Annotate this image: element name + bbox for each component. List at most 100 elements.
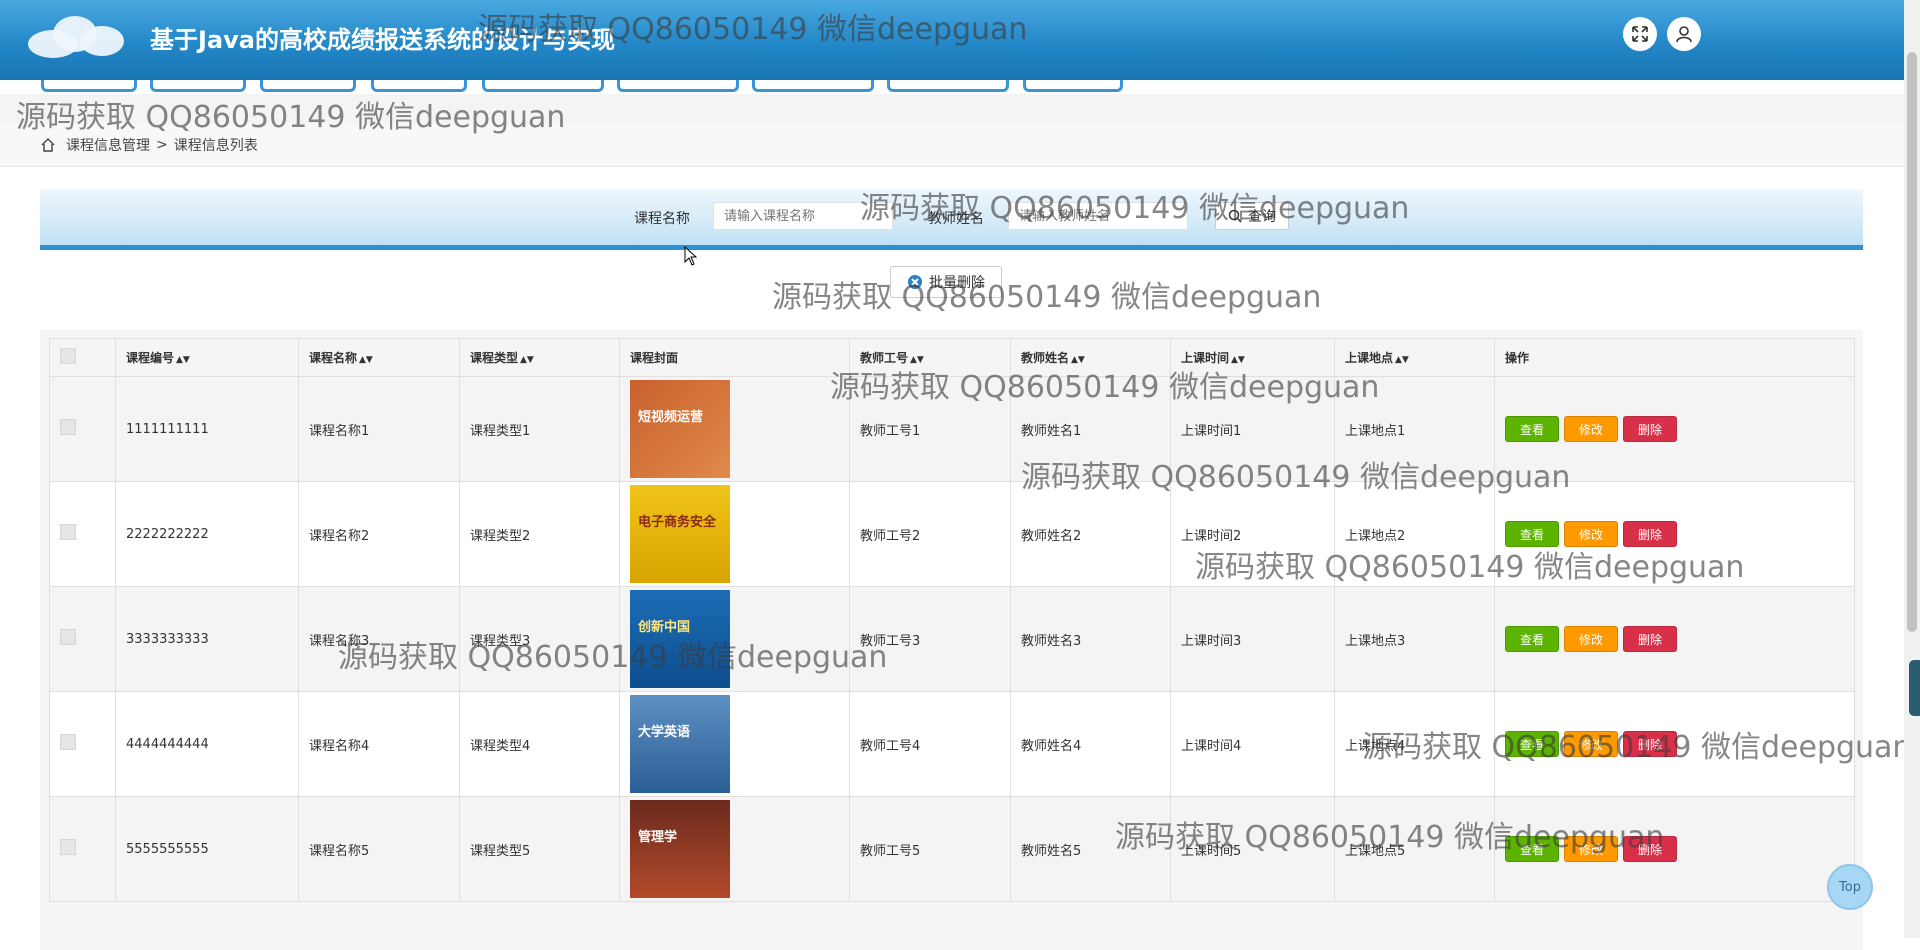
- cell-time: 上课时间5: [1170, 796, 1335, 902]
- nav-tab[interactable]: [887, 80, 1009, 92]
- edit-button[interactable]: 修改: [1564, 836, 1618, 862]
- query-button[interactable]: 查询: [1215, 202, 1289, 230]
- course-cover-image: 管理学: [630, 800, 730, 898]
- cell-name: 课程名称1: [298, 376, 460, 482]
- cell-teacher-name: 教师姓名3: [1010, 586, 1171, 692]
- sort-icon: ▲▼: [520, 355, 534, 365]
- user-button[interactable]: [1667, 17, 1701, 51]
- view-button[interactable]: 查看: [1505, 731, 1559, 757]
- cell-type: 课程类型3: [459, 586, 620, 692]
- cell-time: 上课时间4: [1170, 691, 1335, 797]
- cell-teacher-no: 教师工号2: [849, 481, 1011, 587]
- batch-delete-label: 批量删除: [929, 275, 985, 291]
- close-icon: [908, 275, 922, 289]
- cover-title: 创新中国: [638, 620, 691, 635]
- nav-tab[interactable]: [150, 80, 246, 92]
- edit-button[interactable]: 修改: [1564, 521, 1618, 547]
- cell-teacher-no: 教师工号5: [849, 796, 1011, 902]
- sort-icon: ▲▼: [176, 355, 190, 365]
- course-name-label: 课程名称: [634, 211, 690, 227]
- nav-tab[interactable]: [41, 80, 137, 92]
- delete-button[interactable]: 删除: [1623, 836, 1677, 862]
- col-header: 操作: [1494, 338, 1855, 377]
- cell-type: 课程类型4: [459, 691, 620, 797]
- search-icon: [1228, 209, 1242, 223]
- system-title: 基于Java的高校成绩报送系统的设计与实现: [150, 26, 615, 54]
- course-cover-image: 创新中国: [630, 590, 730, 688]
- nav-tab[interactable]: [371, 80, 467, 92]
- breadcrumb-parent[interactable]: 课程信息管理: [66, 135, 150, 155]
- nav-tab[interactable]: [617, 80, 739, 92]
- cell-teacher-no: 教师工号1: [849, 376, 1011, 482]
- row-checkbox[interactable]: [60, 734, 76, 750]
- course-name-input[interactable]: [713, 202, 893, 230]
- sub-bar: [0, 94, 1904, 124]
- row-checkbox[interactable]: [60, 839, 76, 855]
- cell-code: 1111111111: [115, 376, 299, 482]
- cell-code: 4444444444: [115, 691, 299, 797]
- cell-type: 课程类型5: [459, 796, 620, 902]
- cell-time: 上课时间1: [1170, 376, 1335, 482]
- sort-icon: ▲▼: [1395, 355, 1409, 365]
- col-header[interactable]: 课程类型 ▲▼: [459, 338, 620, 377]
- nav-tab[interactable]: [482, 80, 604, 92]
- back-to-top-button[interactable]: Top: [1827, 864, 1873, 910]
- edit-button[interactable]: 修改: [1564, 416, 1618, 442]
- nav-tab[interactable]: [1023, 80, 1123, 92]
- table-row: 5555555555 课程名称5 课程类型5 管理学 教师工号5 教师姓名5 上课时间5 上课…: [49, 796, 1855, 902]
- cover-title: 管理学: [638, 830, 678, 845]
- nav-menu: [0, 80, 1904, 94]
- cell-place: 上课地点3: [1334, 586, 1495, 692]
- user-icon: [1676, 26, 1692, 43]
- select-all-checkbox[interactable]: [60, 348, 76, 364]
- table-row: 3333333333 课程名称3 课程类型3 创新中国 教师工号3 教师姓名3 上课时间3 上…: [49, 586, 1855, 692]
- delete-button[interactable]: 删除: [1623, 521, 1677, 547]
- delete-button[interactable]: 删除: [1623, 626, 1677, 652]
- cell-teacher-no: 教师工号3: [849, 586, 1011, 692]
- col-header[interactable]: 上课地点 ▲▼: [1334, 338, 1495, 377]
- edit-button[interactable]: 修改: [1564, 731, 1618, 757]
- delete-button[interactable]: 删除: [1623, 731, 1677, 757]
- course-table: 课程编号 ▲▼ 课程名称 ▲▼ 课程类型 ▲▼ 课程封面 教师工号 ▲▼ 教师姓名 ▲▼ …: [49, 338, 1855, 902]
- batch-delete-button[interactable]: 批量删除: [890, 266, 1002, 298]
- row-checkbox[interactable]: [60, 524, 76, 540]
- col-header[interactable]: 课程编号 ▲▼: [115, 338, 299, 377]
- cell-name: 课程名称4: [298, 691, 460, 797]
- course-cover-image: 短视频运营: [630, 380, 730, 478]
- nav-tab[interactable]: [752, 80, 874, 92]
- breadcrumb-current: 课程信息列表: [173, 138, 258, 154]
- edit-button[interactable]: 修改: [1564, 626, 1618, 652]
- cell-code: 5555555555: [115, 796, 299, 902]
- course-cover-image: 电子商务安全: [630, 485, 730, 583]
- home-icon[interactable]: [40, 137, 56, 153]
- cover-title: 短视频运营: [638, 410, 704, 425]
- cell-teacher-name: 教师姓名4: [1010, 691, 1171, 797]
- sort-icon: ▲▼: [1071, 355, 1085, 365]
- cover-title: 电子商务安全: [638, 515, 717, 530]
- search-bar: 课程名称 教师姓名 查询: [40, 189, 1863, 250]
- expand-icon: [1632, 26, 1648, 42]
- sort-icon: ▲▼: [359, 355, 373, 365]
- scrollbar[interactable]: [1904, 0, 1920, 938]
- col-header[interactable]: 教师工号 ▲▼: [849, 338, 1011, 377]
- cover-title: 大学英语: [638, 725, 691, 740]
- row-checkbox[interactable]: [60, 419, 76, 435]
- col-header[interactable]: 课程名称 ▲▼: [298, 338, 460, 377]
- view-button[interactable]: 查看: [1505, 836, 1559, 862]
- col-header[interactable]: 上课时间 ▲▼: [1170, 338, 1335, 377]
- scrollbar-thumb[interactable]: [1907, 52, 1917, 632]
- delete-button[interactable]: 删除: [1623, 416, 1677, 442]
- fullscreen-button[interactable]: [1623, 17, 1657, 51]
- view-button[interactable]: 查看: [1505, 521, 1559, 547]
- nav-tab[interactable]: [260, 80, 356, 92]
- row-checkbox[interactable]: [60, 629, 76, 645]
- view-button[interactable]: 查看: [1505, 416, 1559, 442]
- side-panel-tab[interactable]: [1909, 660, 1920, 716]
- view-button[interactable]: 查看: [1505, 626, 1559, 652]
- breadcrumb: 课程信息管理 > 课程信息列表: [0, 124, 1904, 167]
- cell-teacher-no: 教师工号4: [849, 691, 1011, 797]
- mouse-cursor-icon: [684, 246, 698, 266]
- col-header[interactable]: 教师姓名 ▲▼: [1010, 338, 1171, 377]
- table-row: 2222222222 课程名称2 课程类型2 电子商务安全 教师工号2 教师姓名2 上课时间…: [49, 481, 1855, 587]
- teacher-name-input[interactable]: [1008, 202, 1188, 230]
